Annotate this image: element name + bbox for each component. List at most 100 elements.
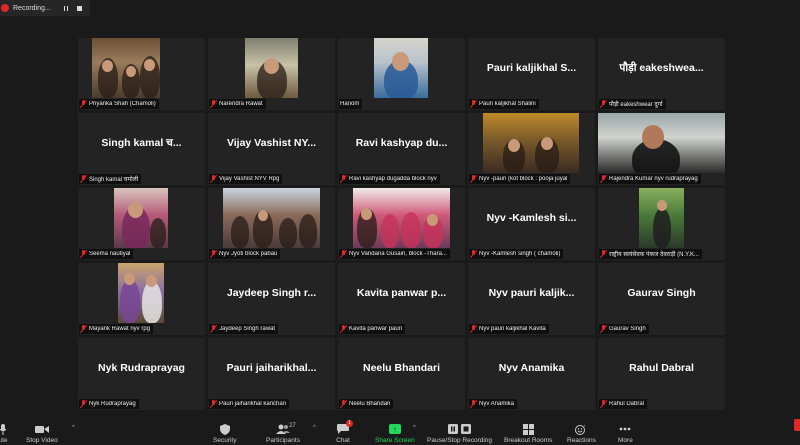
participant-name: Nyv Vandana Gusain, block -Thara... xyxy=(349,251,447,257)
mic-muted-icon xyxy=(340,400,347,408)
participant-caption: Mayank Rawat nyv rpg xyxy=(79,324,154,334)
stop-video-label: Stop Video xyxy=(26,437,58,444)
mic-muted-icon xyxy=(340,325,347,333)
participant-caption: Hariom xyxy=(339,99,363,109)
participant-tile[interactable]: Nyv Anamika Nyv Anamika xyxy=(468,338,595,410)
participant-tile[interactable]: Rahul Dabral Rahul Dabral xyxy=(598,338,725,410)
participant-display-name: Nyv pauri kaljik... xyxy=(488,287,575,299)
participant-name: Pauri jaiharikhal kanchan xyxy=(219,401,287,407)
participant-name: Neelu Bhandari xyxy=(349,401,391,407)
chat-button[interactable]: 1 Chat xyxy=(336,420,353,444)
breakout-rooms-label: Breakout Rooms xyxy=(504,437,553,444)
participant-video xyxy=(118,263,164,323)
pause-recording-button[interactable] xyxy=(61,3,71,13)
participant-tile[interactable]: Nyv Jyoti block pabau xyxy=(208,188,335,260)
participant-tile[interactable]: Neelu Bhandari Neelu Bhandari xyxy=(338,338,465,410)
share-options-caret-icon[interactable]: ^ xyxy=(413,425,416,431)
participant-tile[interactable]: Pauri jaiharikhal... Pauri jaiharikhal k… xyxy=(208,338,335,410)
recording-dot-icon xyxy=(1,4,9,12)
participant-tile[interactable]: Vijay Vashist NY... Vijay Vashist NYV Rp… xyxy=(208,113,335,185)
mic-muted-icon xyxy=(470,325,477,333)
participant-tile[interactable]: Nyv pauri kaljik... Nyv pauri kaljikhal … xyxy=(468,263,595,335)
participant-display-name: Jaydeep Singh r... xyxy=(226,287,317,299)
breakout-rooms-icon xyxy=(521,423,535,435)
participant-name: Rahul Dabral xyxy=(609,401,645,407)
participant-tile[interactable]: Rajendra Kumar nyv rudraprayag xyxy=(598,113,725,185)
reactions-button[interactable]: + Reactions xyxy=(567,423,596,445)
end-meeting-button[interactable] xyxy=(794,419,800,431)
mic-muted-icon xyxy=(340,175,347,183)
participant-caption: Narendra Rawat xyxy=(209,99,266,109)
mute-button[interactable]: ute xyxy=(0,423,10,444)
participant-name: राष्ट्रीय स्वयंसेवक पंकज देवराड़ी (N.Y.K… xyxy=(609,252,700,258)
participant-caption: पौड़ी eakeshwear दुर्गा xyxy=(599,99,666,109)
stop-recording-button[interactable] xyxy=(75,3,85,13)
participant-display-name: Singh kamal च... xyxy=(101,137,182,149)
participant-video xyxy=(114,188,168,248)
pause-stop-recording-button[interactable]: Pause/Stop Recording xyxy=(427,423,492,444)
participant-tile[interactable]: Seema nautiyal xyxy=(78,188,205,260)
participant-name: Rajendra Kumar nyv rudraprayag xyxy=(609,176,698,182)
participant-display-name: Neelu Bhandari xyxy=(362,362,441,374)
mic-muted-icon xyxy=(470,175,477,183)
security-button[interactable]: Security xyxy=(213,423,236,444)
mic-muted-icon xyxy=(210,250,217,258)
participant-name: Pauri kaljikhal Shalini xyxy=(479,101,536,107)
video-camera-icon xyxy=(34,423,49,435)
participant-caption: Neelu Bhandari xyxy=(339,399,394,409)
breakout-rooms-button[interactable]: Breakout Rooms xyxy=(504,423,552,444)
participant-caption: Vijay Vashist NYV Rpg xyxy=(209,174,283,184)
participant-tile[interactable]: Pauri kaljikhal S... Pauri kaljikhal Sha… xyxy=(468,38,595,110)
shield-icon xyxy=(218,423,232,435)
participant-video xyxy=(92,38,160,98)
more-dots-icon xyxy=(618,423,632,435)
participant-tile[interactable]: Nyk Rudraprayag Nyk Rudraprayag xyxy=(78,338,205,410)
participant-tile[interactable]: Ravi kashyap du... Ravi kashyap dugadda … xyxy=(338,113,465,185)
participant-video xyxy=(245,38,298,98)
participant-name: Priyanka Shah (Chamoli) xyxy=(89,101,156,107)
participant-tile[interactable]: Mayank Rawat nyv rpg xyxy=(78,263,205,335)
mic-muted-icon xyxy=(80,400,87,408)
participant-name: Jaydeep Singh rawat xyxy=(219,326,276,332)
mic-muted-icon xyxy=(80,100,87,108)
participant-caption: Nyv Vandana Gusain, block -Thara... xyxy=(339,249,450,259)
participants-button[interactable]: 27 Participants xyxy=(266,423,300,444)
participant-caption: Nyv Jyoti block pabau xyxy=(209,249,281,259)
recording-controls-icon xyxy=(447,423,473,435)
participant-caption: Priyanka Shah (Chamoli) xyxy=(79,99,159,109)
participant-tile[interactable]: पौड़ी eakeshwea... पौड़ी eakeshwear दुर्… xyxy=(598,38,725,110)
participant-tile[interactable]: Kavita panwar p... Kavita panwar pauri xyxy=(338,263,465,335)
stop-video-button[interactable]: Stop Video xyxy=(26,423,58,444)
mic-muted-icon xyxy=(600,325,607,333)
video-options-caret-icon[interactable]: ^ xyxy=(72,425,75,431)
mic-muted-icon xyxy=(340,250,347,258)
stop-icon xyxy=(77,5,83,11)
mic-muted-icon xyxy=(80,325,87,333)
participant-tile[interactable]: Narendra Rawat xyxy=(208,38,335,110)
mic-muted-icon xyxy=(600,175,607,183)
mic-muted-icon xyxy=(210,175,217,183)
reactions-label: Reactions xyxy=(567,437,596,444)
participants-options-caret-icon[interactable]: ^ xyxy=(313,425,316,431)
participant-tile[interactable]: राष्ट्रीय स्वयंसेवक पंकज देवराड़ी (N.Y.K… xyxy=(598,188,725,260)
participant-tile[interactable]: Nyv -pauri (kot block : pooja juyal xyxy=(468,113,595,185)
participant-tile[interactable]: Gaurav Singh Gaurav Singh xyxy=(598,263,725,335)
participant-caption: Rahul Dabral xyxy=(599,399,648,409)
chat-bubble-icon: 1 xyxy=(336,420,353,435)
participant-tile[interactable]: Singh kamal च... Singh kamal चमोली xyxy=(78,113,205,185)
more-button[interactable]: More xyxy=(618,423,633,444)
participant-tile[interactable]: Nyv -Kamlesh si... Nyv -Kamlesh singh ( … xyxy=(468,188,595,260)
participant-name: Gaurav Singh xyxy=(609,326,646,332)
share-screen-button[interactable]: ↑ Share Screen xyxy=(375,423,415,444)
participant-tile[interactable]: Hariom xyxy=(338,38,465,110)
participants-count: 27 xyxy=(288,423,296,429)
participant-name: Nyv Anamika xyxy=(479,401,515,407)
participant-tile[interactable]: Nyv Vandana Gusain, block -Thara... xyxy=(338,188,465,260)
recording-indicator: Recording... xyxy=(0,0,90,16)
participant-name: Mayank Rawat nyv rpg xyxy=(89,326,151,332)
participant-tile[interactable]: Priyanka Shah (Chamoli) xyxy=(78,38,205,110)
mic-muted-icon xyxy=(600,250,607,258)
microphone-icon xyxy=(0,423,10,435)
participant-tile[interactable]: Jaydeep Singh r... Jaydeep Singh rawat xyxy=(208,263,335,335)
participant-name: Nyv -Kamlesh singh ( chamoli) xyxy=(479,251,561,257)
